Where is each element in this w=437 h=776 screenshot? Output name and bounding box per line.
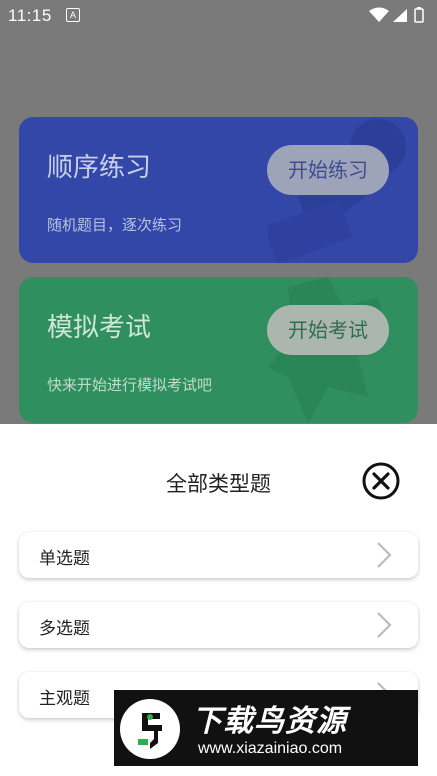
bird-logo-icon	[120, 699, 180, 759]
wifi-icon	[369, 7, 389, 22]
list-item-single-choice[interactable]: 单选题	[19, 532, 418, 578]
chevron-right-icon	[377, 612, 392, 638]
list-item-multiple-choice[interactable]: 多选题	[19, 602, 418, 648]
status-time: 11:15	[8, 6, 52, 25]
card-title: 模拟考试	[47, 313, 152, 343]
watermark-url: www.xiazainiao.com	[198, 740, 343, 757]
card-subtitle: 随机题目，逐次练习	[47, 216, 183, 234]
start-practice-button[interactable]: 开始练习	[267, 145, 389, 195]
chevron-right-icon	[377, 542, 392, 568]
list-item-label: 主观题	[39, 689, 90, 709]
watermark-banner: 下载鸟资源 www.xiazainiao.com	[114, 690, 418, 766]
sequential-practice-card[interactable]: 顺序练习 随机题目，逐次练习 开始练习	[19, 117, 418, 263]
start-exam-button[interactable]: 开始考试	[267, 305, 389, 355]
card-title: 顺序练习	[47, 153, 152, 183]
notification-icon: A	[66, 8, 80, 22]
status-bar: 11:15 A	[0, 0, 437, 30]
close-icon[interactable]	[361, 461, 401, 501]
mock-exam-card[interactable]: 模拟考试 快来开始进行模拟考试吧 开始考试	[19, 277, 418, 423]
status-icons	[369, 7, 424, 23]
list-item-label: 单选题	[39, 549, 90, 569]
card-subtitle: 快来开始进行模拟考试吧	[47, 376, 213, 394]
battery-icon	[414, 8, 424, 23]
watermark-title: 下载鸟资源	[192, 704, 347, 739]
list-item-label: 多选题	[39, 619, 90, 639]
signal-icon	[393, 9, 407, 22]
